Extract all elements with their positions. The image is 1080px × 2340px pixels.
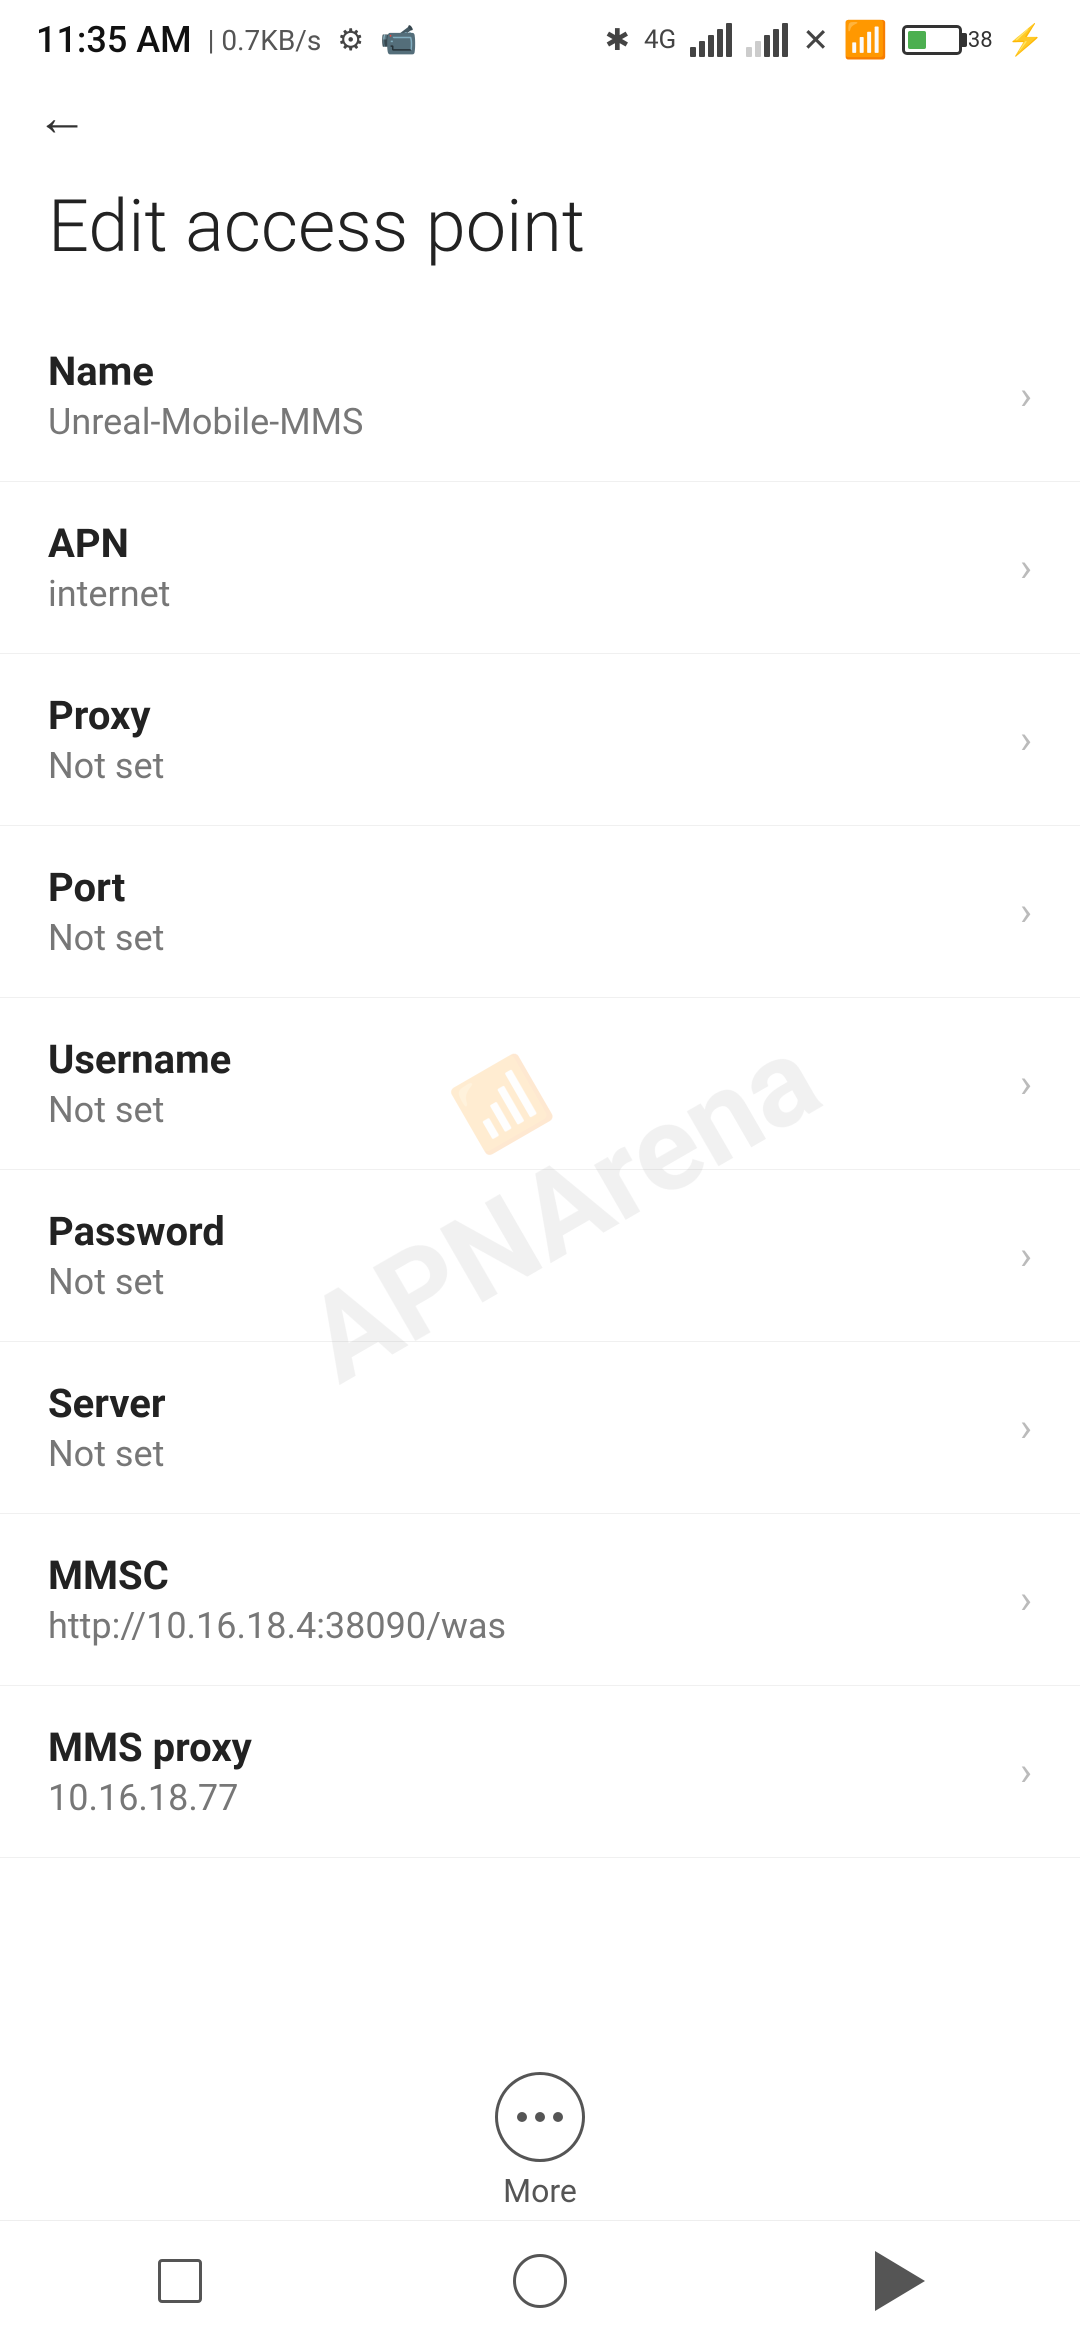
settings-item-server[interactable]: Server Not set ›	[0, 1342, 1080, 1514]
chevron-icon-name: ›	[1020, 372, 1032, 419]
recents-icon	[158, 2259, 202, 2303]
settings-label-username: Username	[48, 1036, 1000, 1083]
status-right: ✱ 4G ✕ 📶 38 ⚡	[605, 19, 1044, 61]
settings-list: Name Unreal-Mobile-MMS › APN internet › Proxy N…	[0, 310, 1080, 2018]
settings-label-mmsc: MMSC	[48, 1552, 1000, 1599]
page-title-container: Edit access point	[0, 154, 1080, 310]
status-bar: 11:35 AM | 0.7KB/s ⚙ 📹 ✱ 4G ✕ 📶	[0, 0, 1080, 72]
status-left: 11:35 AM | 0.7KB/s ⚙ 📹	[36, 19, 418, 61]
settings-item-mms-proxy[interactable]: MMS proxy 10.16.18.77 ›	[0, 1686, 1080, 1858]
settings-item-content-name: Name Unreal-Mobile-MMS	[48, 348, 1000, 443]
nav-back-button[interactable]	[860, 2241, 940, 2321]
settings-item-username[interactable]: Username Not set ›	[0, 998, 1080, 1170]
back-button[interactable]: ←	[36, 92, 88, 144]
wifi-icon: 📶	[843, 19, 888, 61]
settings-label-name: Name	[48, 348, 1000, 395]
settings-value-apn: internet	[48, 573, 1000, 615]
home-icon	[513, 2254, 567, 2308]
settings-item-content-server: Server Not set	[48, 1380, 1000, 1475]
settings-value-port: Not set	[48, 917, 1000, 959]
network-type-icon: 4G	[644, 25, 676, 55]
settings-item-content-username: Username Not set	[48, 1036, 1000, 1131]
nav-home-button[interactable]	[500, 2241, 580, 2321]
settings-value-mmsc: http://10.16.18.4:38090/was	[48, 1605, 1000, 1647]
battery: 38	[902, 25, 993, 55]
nav-recents-button[interactable]	[140, 2241, 220, 2321]
settings-value-proxy: Not set	[48, 745, 1000, 787]
bluetooth-icon: ✱	[605, 23, 630, 58]
no-signal-icon: ✕	[802, 21, 829, 59]
settings-value-name: Unreal-Mobile-MMS	[48, 401, 1000, 443]
settings-item-apn[interactable]: APN internet ›	[0, 482, 1080, 654]
settings-item-name[interactable]: Name Unreal-Mobile-MMS ›	[0, 310, 1080, 482]
chevron-icon-username: ›	[1020, 1060, 1032, 1107]
settings-label-password: Password	[48, 1208, 1000, 1255]
chevron-icon-mms-proxy: ›	[1020, 1748, 1032, 1795]
chevron-icon-apn: ›	[1020, 544, 1032, 591]
more-button[interactable]: More	[495, 2072, 585, 2210]
settings-label-port: Port	[48, 864, 1000, 911]
back-icon	[875, 2251, 925, 2311]
settings-label-proxy: Proxy	[48, 692, 1000, 739]
status-speed: | 0.7KB/s	[208, 24, 322, 57]
settings-value-username: Not set	[48, 1089, 1000, 1131]
chevron-icon-password: ›	[1020, 1232, 1032, 1279]
settings-item-password[interactable]: Password Not set ›	[0, 1170, 1080, 1342]
chevron-icon-port: ›	[1020, 888, 1032, 935]
bottom-nav	[0, 2220, 1080, 2340]
signal-bars-2	[746, 23, 788, 57]
status-time: 11:35 AM	[36, 19, 192, 61]
settings-icon: ⚙	[337, 23, 364, 58]
more-dots	[517, 2112, 563, 2122]
chevron-icon-server: ›	[1020, 1404, 1032, 1451]
settings-label-mms-proxy: MMS proxy	[48, 1724, 1000, 1771]
settings-item-proxy[interactable]: Proxy Not set ›	[0, 654, 1080, 826]
settings-item-content-proxy: Proxy Not set	[48, 692, 1000, 787]
charging-icon: ⚡	[1007, 23, 1044, 58]
more-label: More	[503, 2172, 577, 2210]
settings-value-mms-proxy: 10.16.18.77	[48, 1777, 1000, 1819]
video-icon: 📹	[380, 23, 417, 58]
more-circle	[495, 2072, 585, 2162]
settings-value-password: Not set	[48, 1261, 1000, 1303]
chevron-icon-proxy: ›	[1020, 716, 1032, 763]
settings-item-content-mmsc: MMSC http://10.16.18.4:38090/was	[48, 1552, 1000, 1647]
settings-label-server: Server	[48, 1380, 1000, 1427]
settings-item-content-apn: APN internet	[48, 520, 1000, 615]
settings-item-content-port: Port Not set	[48, 864, 1000, 959]
signal-bars-1	[690, 23, 732, 57]
settings-item-content-mms-proxy: MMS proxy 10.16.18.77	[48, 1724, 1000, 1819]
settings-label-apn: APN	[48, 520, 1000, 567]
settings-item-content-password: Password Not set	[48, 1208, 1000, 1303]
settings-item-mmsc[interactable]: MMSC http://10.16.18.4:38090/was ›	[0, 1514, 1080, 1686]
top-nav: ←	[0, 72, 1080, 154]
settings-value-server: Not set	[48, 1433, 1000, 1475]
page-title: Edit access point	[48, 184, 1032, 270]
chevron-icon-mmsc: ›	[1020, 1576, 1032, 1623]
settings-item-port[interactable]: Port Not set ›	[0, 826, 1080, 998]
